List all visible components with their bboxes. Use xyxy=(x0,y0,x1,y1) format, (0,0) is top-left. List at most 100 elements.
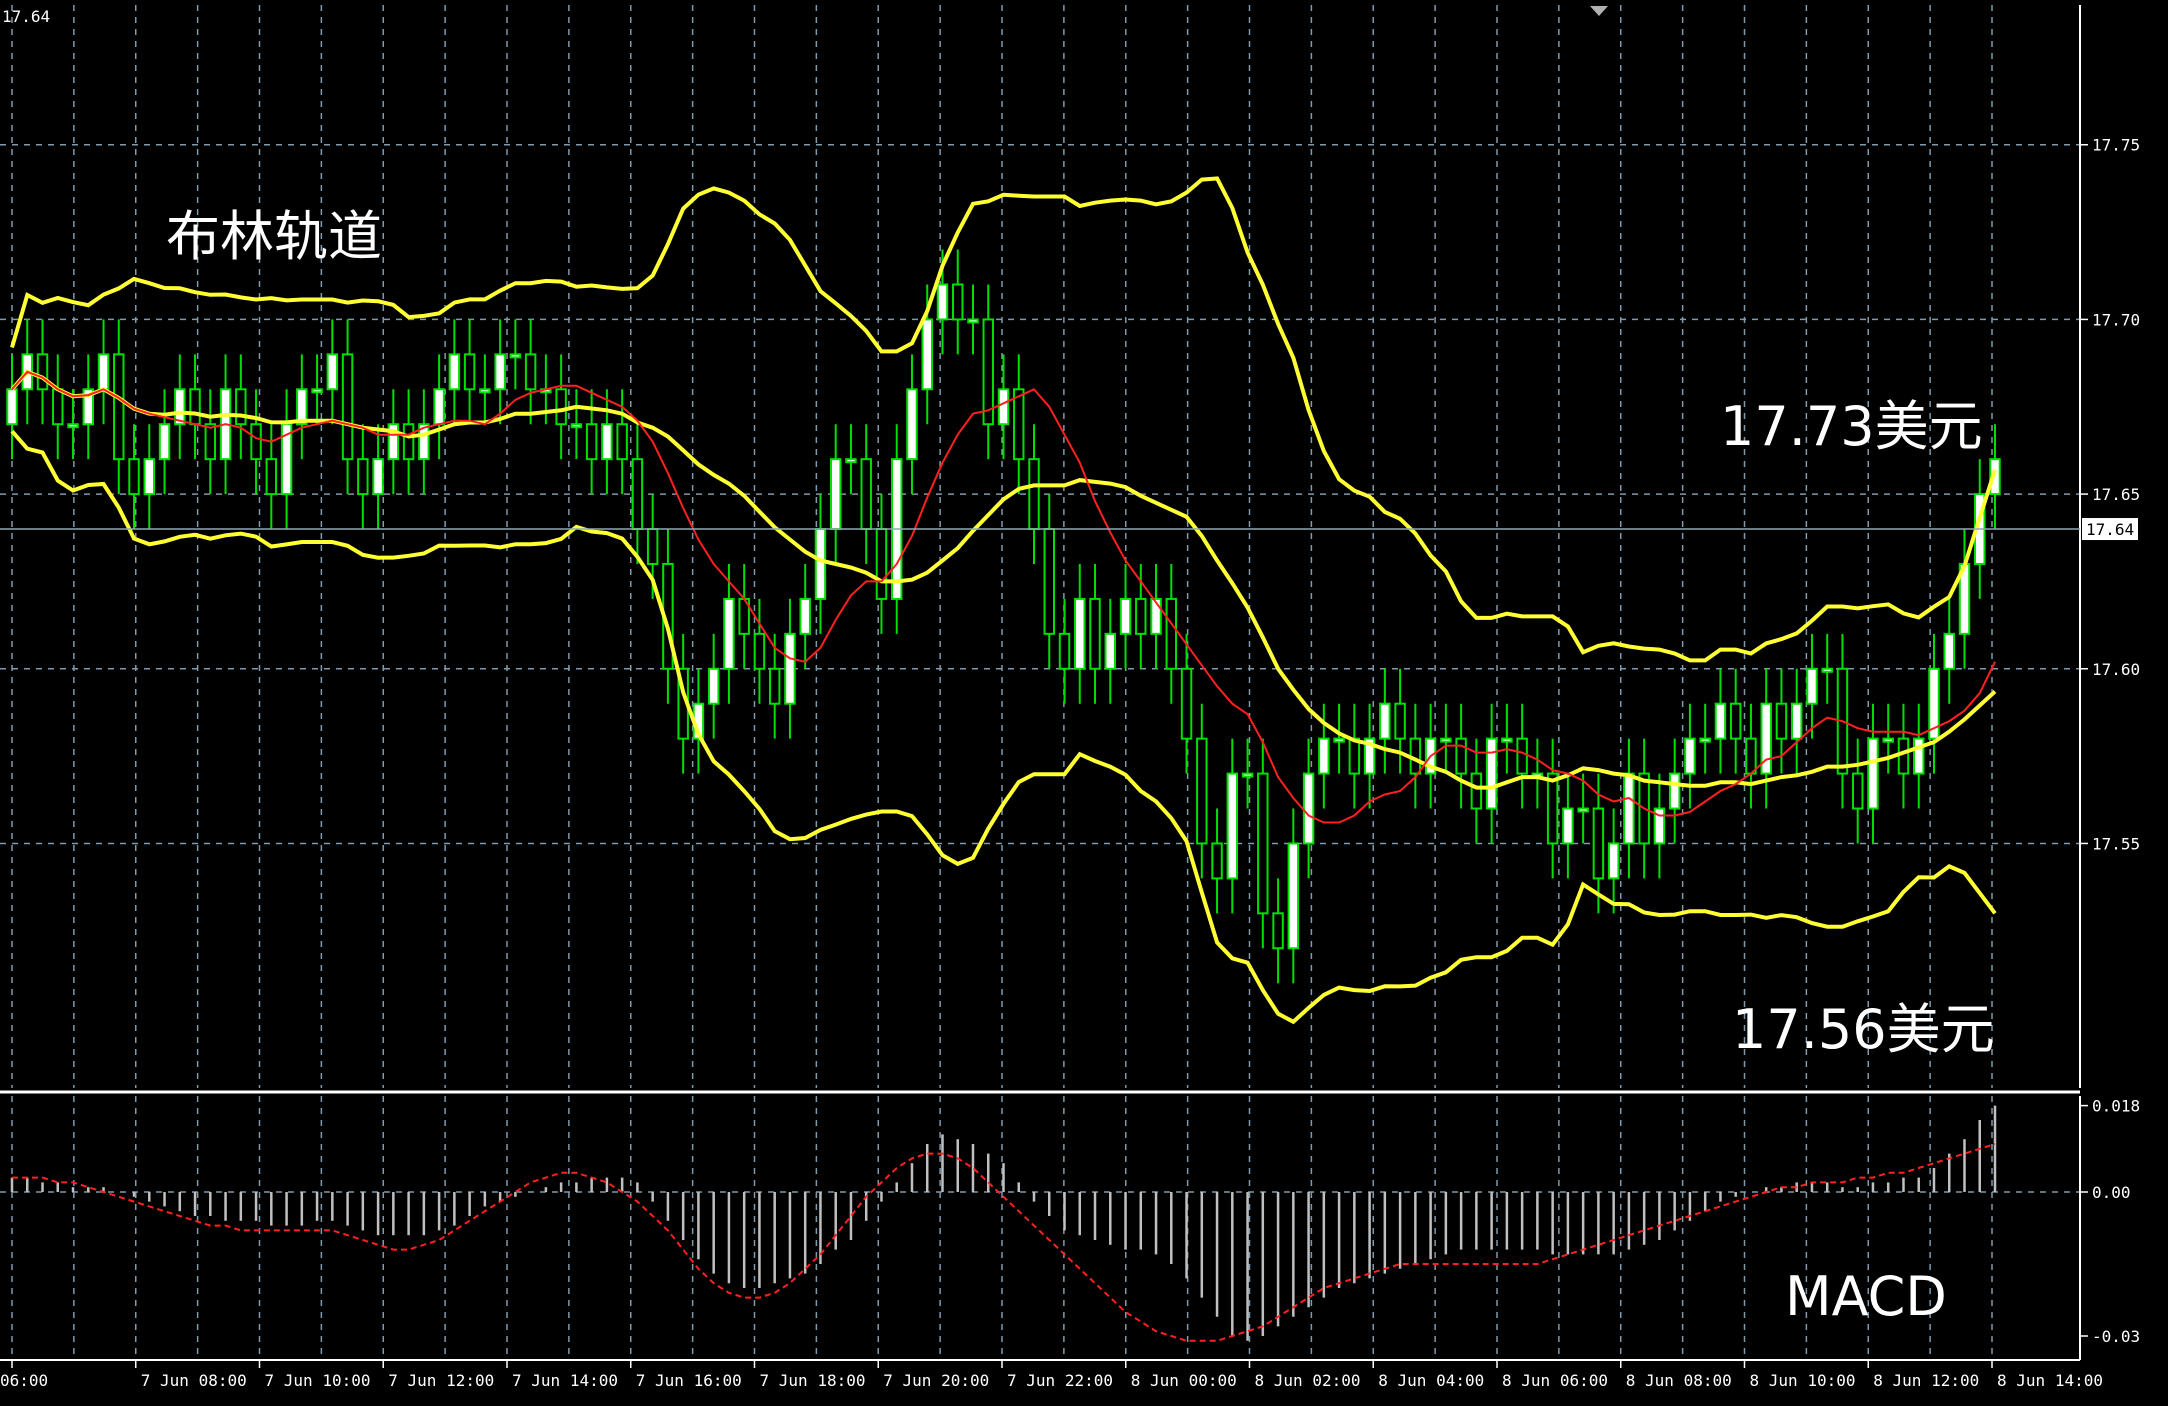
time-tick-label: 06:00 xyxy=(0,1371,48,1390)
candle-body xyxy=(814,528,827,600)
candle-body xyxy=(402,423,415,461)
candle-body xyxy=(1074,597,1086,670)
candle-body xyxy=(250,423,262,461)
candle-body xyxy=(1882,737,1894,743)
candle-body xyxy=(52,388,64,426)
candle-body xyxy=(128,458,140,496)
candle-body xyxy=(1623,772,1635,845)
lower-band-annotation: 17.56美元 xyxy=(1732,998,1995,1061)
time-tick-label: 7 Jun 22:00 xyxy=(1007,1371,1113,1390)
price-tick-label: 17.60 xyxy=(2092,660,2140,679)
candle-body xyxy=(36,353,49,391)
candle-body xyxy=(1699,737,1711,743)
candle-body xyxy=(1943,632,1955,670)
candle-body xyxy=(1668,772,1681,810)
corner-price: 17.64 xyxy=(2,7,50,26)
time-tick-label: 8 Jun 06:00 xyxy=(1502,1371,1608,1390)
candle-body xyxy=(357,458,369,496)
candle-body xyxy=(372,458,384,496)
candle-body xyxy=(1272,912,1284,950)
time-tick-label: 7 Jun 14:00 xyxy=(512,1371,618,1390)
candle-body xyxy=(1775,702,1788,740)
macd-tick-label: -0.03 xyxy=(2092,1327,2140,1346)
candle-body xyxy=(1028,458,1040,531)
upper-band-annotation: 17.73美元 xyxy=(1720,395,1983,458)
candle-body xyxy=(1241,772,1254,778)
macd-tick-label: 0.00 xyxy=(2092,1183,2131,1202)
candle-body xyxy=(616,423,628,461)
candle-body xyxy=(97,353,110,391)
candle-body xyxy=(753,632,766,670)
time-tick-label: 8 Jun 08:00 xyxy=(1626,1371,1732,1390)
candle-body xyxy=(189,388,201,426)
time-tick-label: 8 Jun 00:00 xyxy=(1131,1371,1237,1390)
candle-body xyxy=(158,423,171,461)
macd-tick-label: 0.018 xyxy=(2092,1097,2140,1116)
candle-body xyxy=(1119,597,1132,635)
candle-body xyxy=(1196,737,1208,845)
candle-body xyxy=(509,353,522,359)
candle-body xyxy=(1257,772,1269,915)
candle-body xyxy=(1913,737,1925,775)
candle-body xyxy=(1440,737,1452,743)
candle-body xyxy=(265,458,278,496)
price-tick-label: 17.65 xyxy=(2092,485,2140,504)
candle-body xyxy=(646,528,659,565)
candle-body xyxy=(1318,737,1330,775)
candle-body xyxy=(585,423,598,461)
candle-body xyxy=(799,597,811,635)
candle-body xyxy=(1592,807,1605,880)
candle-body xyxy=(1165,597,1178,670)
price-tick-label: 17.75 xyxy=(2092,136,2140,155)
candle-body xyxy=(479,388,491,394)
candle-body xyxy=(555,388,567,426)
candle-body xyxy=(952,283,964,321)
candle-body xyxy=(906,388,918,461)
candle-body xyxy=(1546,772,1559,845)
candle-body xyxy=(723,597,735,670)
candle-body xyxy=(494,353,506,391)
candle-body xyxy=(997,388,1010,426)
candle-body xyxy=(601,423,613,461)
candle-body xyxy=(311,388,323,394)
candle-body xyxy=(1501,737,1513,743)
candle-body xyxy=(1714,702,1727,740)
time-tick-label: 7 Jun 16:00 xyxy=(636,1371,742,1390)
candle-body xyxy=(1333,737,1345,743)
candle-body xyxy=(845,458,857,464)
candle-body xyxy=(784,632,796,705)
time-tick-label: 8 Jun 12:00 xyxy=(1873,1371,1979,1390)
time-tick-label: 7 Jun 10:00 xyxy=(265,1371,371,1390)
time-tick-label: 7 Jun 08:00 xyxy=(141,1371,247,1390)
candle-body xyxy=(433,388,445,426)
time-tick-label: 8 Jun 10:00 xyxy=(1750,1371,1856,1390)
time-tick-label: 7 Jun 18:00 xyxy=(760,1371,866,1390)
candle-body xyxy=(1226,772,1239,880)
candle-body xyxy=(1790,702,1803,740)
candle-body xyxy=(1516,737,1528,775)
candle-body xyxy=(1104,632,1117,670)
price-tick-label: 17.70 xyxy=(2092,310,2140,329)
candle-body xyxy=(967,318,979,324)
candle-body xyxy=(1745,737,1757,775)
candle-body xyxy=(768,667,781,705)
candle-body xyxy=(1607,842,1620,880)
chart-title: 布林轨道 xyxy=(166,205,382,268)
candle-body xyxy=(448,353,461,391)
candle-body xyxy=(1562,807,1574,845)
time-tick-label: 8 Jun 02:00 xyxy=(1255,1371,1361,1390)
candle-body xyxy=(113,353,125,461)
price-tick-label: 17.55 xyxy=(2092,834,2140,853)
candle-body xyxy=(936,283,949,321)
candle-body xyxy=(6,388,18,426)
time-tick-label: 8 Jun 04:00 xyxy=(1378,1371,1484,1390)
candle-body xyxy=(204,423,217,461)
candle-body xyxy=(1577,807,1589,813)
candle-body xyxy=(326,353,339,391)
candle-body xyxy=(463,353,476,391)
candle-body xyxy=(1348,737,1361,775)
time-tick-label: 7 Jun 12:00 xyxy=(388,1371,494,1390)
candle-body xyxy=(1089,597,1101,670)
candle-body xyxy=(1180,667,1193,740)
candle-body xyxy=(341,353,354,461)
